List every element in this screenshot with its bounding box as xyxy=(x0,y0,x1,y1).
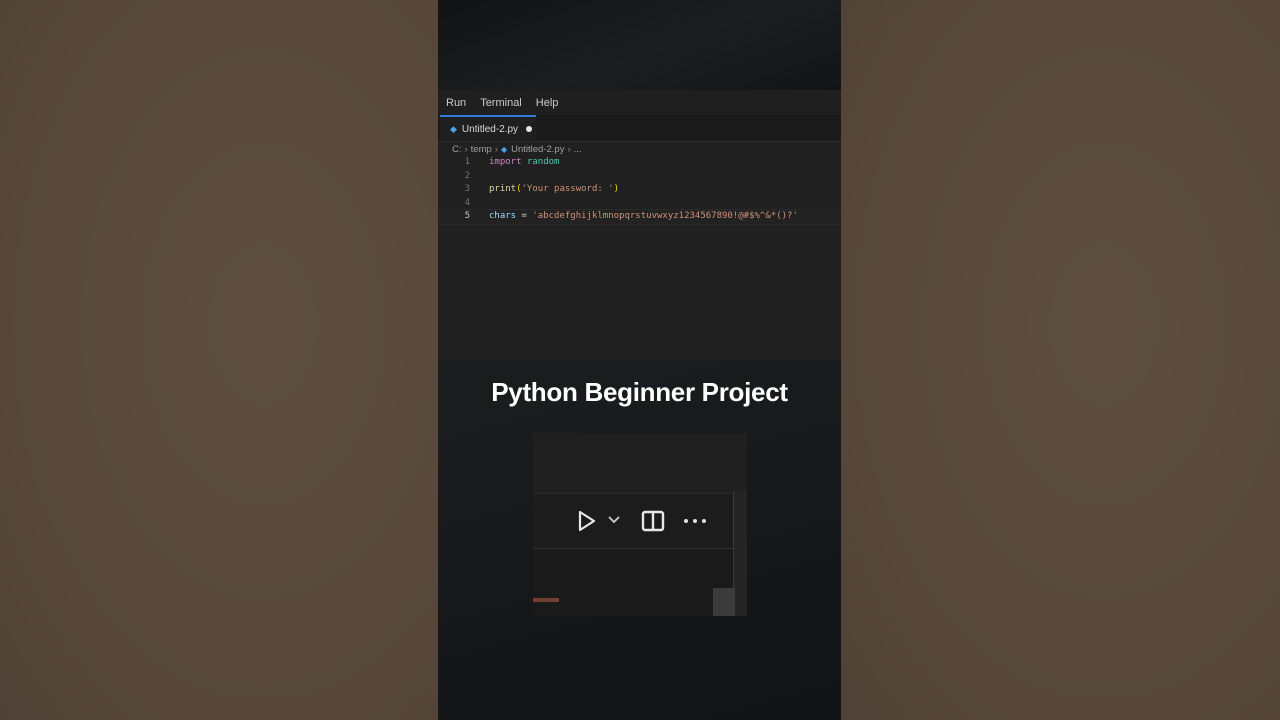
line-number: 2 xyxy=(464,170,470,181)
line-number: 4 xyxy=(464,197,470,208)
breadcrumb-file[interactable]: Untitled-2.py xyxy=(511,144,564,155)
code-line[interactable]: 4 xyxy=(438,197,841,211)
code-line[interactable]: 3 print('Your password: ') xyxy=(438,183,841,197)
background-right xyxy=(841,0,1280,720)
assign-operator: = xyxy=(516,211,533,222)
inset-top-area xyxy=(533,433,747,494)
chevron-right-icon: › xyxy=(464,143,468,155)
code-snippet-fragment xyxy=(533,598,559,602)
inset-lower-area xyxy=(533,549,733,616)
code-line[interactable]: 2 xyxy=(438,170,841,184)
breadcrumb-drive[interactable]: C: xyxy=(452,144,462,155)
line-number: 3 xyxy=(464,184,470,195)
chevron-down-icon[interactable] xyxy=(607,515,621,525)
keyword-import: import xyxy=(489,157,522,167)
background-left xyxy=(0,0,438,720)
chevron-right-icon: › xyxy=(494,143,498,155)
split-editor-icon[interactable] xyxy=(641,510,665,532)
line-number: 1 xyxy=(464,157,470,167)
python-file-icon: ◆ xyxy=(500,144,508,154)
menu-run[interactable]: Run xyxy=(438,97,466,109)
scrollbar-thumb[interactable] xyxy=(713,588,735,616)
breadcrumb-more[interactable]: ... xyxy=(574,144,582,155)
code-line-active[interactable]: 5 chars = 'abcdefghijklmnopqrstuvwxyz123… xyxy=(438,209,841,225)
module-name: random xyxy=(526,157,560,167)
more-icon[interactable] xyxy=(683,517,707,525)
scrollbar[interactable] xyxy=(733,491,747,616)
line-number: 5 xyxy=(464,211,470,222)
line-text: chars = 'abcdefghijklmnopqrstuvwxyz12345… xyxy=(489,210,798,224)
frame-top xyxy=(438,0,841,90)
python-file-icon: ◆ xyxy=(450,123,457,134)
tab-untitled-2[interactable]: ◆ Untitled-2.py xyxy=(440,115,536,141)
video-title: Python Beginner Project xyxy=(491,377,788,407)
string-literal: 'abcdefghijklmnopqrstuvwxyz1234567890!@#… xyxy=(532,211,798,222)
breadcrumb-folder[interactable]: temp xyxy=(471,144,492,155)
tab-bar: ◆ Untitled-2.py xyxy=(438,115,841,142)
code-editor: Run Terminal Help ◆ Untitled-2.py C: › t… xyxy=(438,90,841,360)
tab-label: Untitled-2.py xyxy=(461,123,519,135)
run-icon[interactable] xyxy=(577,510,597,532)
function-name: print xyxy=(489,184,517,195)
line-text: import random xyxy=(489,156,559,170)
string-literal: 'Your password: ' xyxy=(521,184,614,195)
menu-bar: Run Terminal Help xyxy=(438,90,841,115)
variable-name: chars xyxy=(489,211,517,222)
unsaved-dot-icon[interactable] xyxy=(526,126,533,132)
menu-help[interactable]: Help xyxy=(528,97,559,109)
line-text: print('Your password: ') xyxy=(489,183,619,197)
breadcrumb: C: › temp › ◆ Untitled-2.py › ... xyxy=(452,142,582,156)
chevron-right-icon: › xyxy=(567,143,571,155)
code-line[interactable]: 1 import random xyxy=(438,156,841,170)
menu-terminal[interactable]: Terminal xyxy=(472,97,522,109)
paren-close: ) xyxy=(613,184,620,195)
toolbar-zoom-inset xyxy=(533,433,747,616)
video-frame: Run Terminal Help ◆ Untitled-2.py C: › t… xyxy=(438,0,841,720)
code-area[interactable]: 1 import random 2 3 print('Your password… xyxy=(438,156,841,225)
